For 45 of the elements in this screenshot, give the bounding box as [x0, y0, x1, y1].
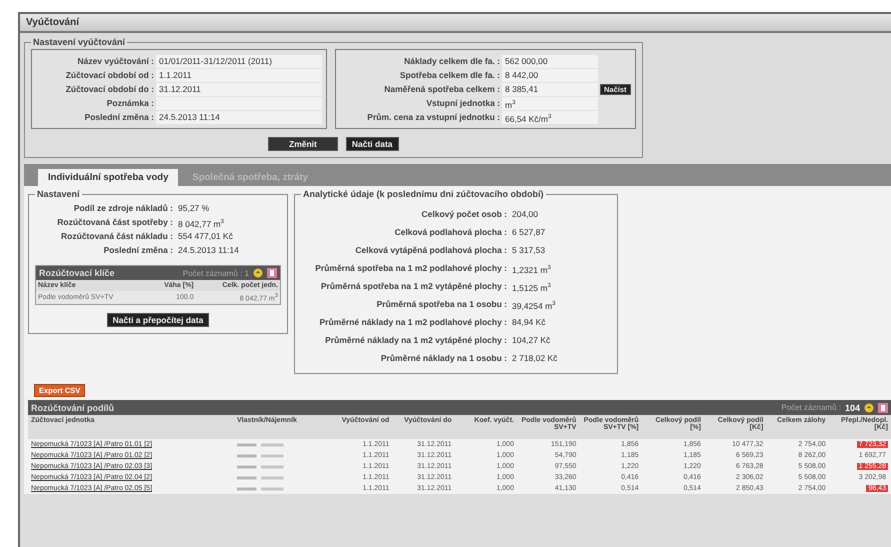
field-label: Celkový počet osob : [420, 209, 507, 219]
field-label: Zúčtovací období do : [64, 84, 154, 94]
field-label: Průměrné náklady na 1 m2 podlahové plochy : [318, 317, 507, 327]
field-value: 66,54 Kč/m$^{3}$ [502, 110, 598, 124]
grid-title: Rozúčtovací klíče [39, 268, 115, 278]
field-value: 24.5.2013 11:14 [156, 110, 322, 124]
record-count: Počet záznamů : 1 [182, 268, 249, 278]
field-value: 562 000,00 [502, 54, 598, 68]
record-count-label: Počet záznamů : [781, 403, 841, 412]
field-label: Naměřená spotřeba celkem : [383, 84, 500, 94]
field-label: Průměrné náklady na 1 m2 vytápěné plochy : [324, 335, 507, 345]
field-value: 8 442,00 [502, 68, 598, 82]
field-label: Rozúčtovaná část spotřeby : [56, 217, 173, 227]
section-legend: Analytické údaje (k poslednímu dni zúčtovacího období) [301, 189, 546, 199]
field-label: Náklady celkem dle fa. : [403, 56, 500, 66]
field-value: 8 385,41 [502, 82, 598, 96]
field-label: Prům. cena za vstupní jednotku : [366, 112, 500, 122]
field-label: Poslední změna : [84, 112, 154, 122]
grid-title: Rozúčtování podílů [31, 402, 114, 412]
action-button[interactable]: Načti data [346, 137, 398, 151]
field-label: Průměrná spotřeba na 1 m2 podlahové plochy : [314, 263, 507, 273]
field-value: 31.12.2011 [156, 82, 322, 96]
field-label: Rozúčtovaná část nákladu : [60, 231, 173, 241]
field-label: Spotřeba celkem dle fa. : [398, 70, 500, 80]
field-label: Celková podlahová plocha : [394, 227, 507, 237]
field-value: 01/01/2011-31/12/2011 (2011) [156, 54, 322, 68]
field-label: Průměrné náklady na 1 osobu : [380, 353, 507, 363]
record-count: 104 [844, 402, 860, 412]
field-label: Vstupní jednotka : [425, 98, 500, 108]
field-label: Podíl ze zdroje nákladů : [72, 203, 173, 213]
recalculate-button[interactable]: Načti a přepočítej data [106, 313, 210, 328]
field-label: Poslední změna : [102, 245, 173, 255]
field-label: Název vyúčtování : [76, 56, 154, 66]
field-label: Průměrná spotřeba na 1 osobu : [376, 299, 507, 309]
section-legend: Nastavení [35, 189, 82, 199]
action-button[interactable]: Změnit [268, 137, 338, 151]
tab[interactable]: Individuální spotřeba vody [38, 169, 178, 186]
section-legend: Nastavení vyúčtování [31, 37, 128, 47]
field-value: m$^{3}$ [502, 96, 598, 110]
field-label: Zúčtovací období od : [64, 70, 154, 80]
field-value: 1.1.2011 [156, 68, 322, 82]
field-label: Průměrná spotřeba na 1 m2 vytápěné plochy : [320, 281, 507, 291]
field-label: Poznámka : [106, 98, 154, 108]
field-label: Celková vytápěná podlahová plocha : [354, 245, 507, 255]
window-title: Vyúčtování [20, 14, 891, 33]
